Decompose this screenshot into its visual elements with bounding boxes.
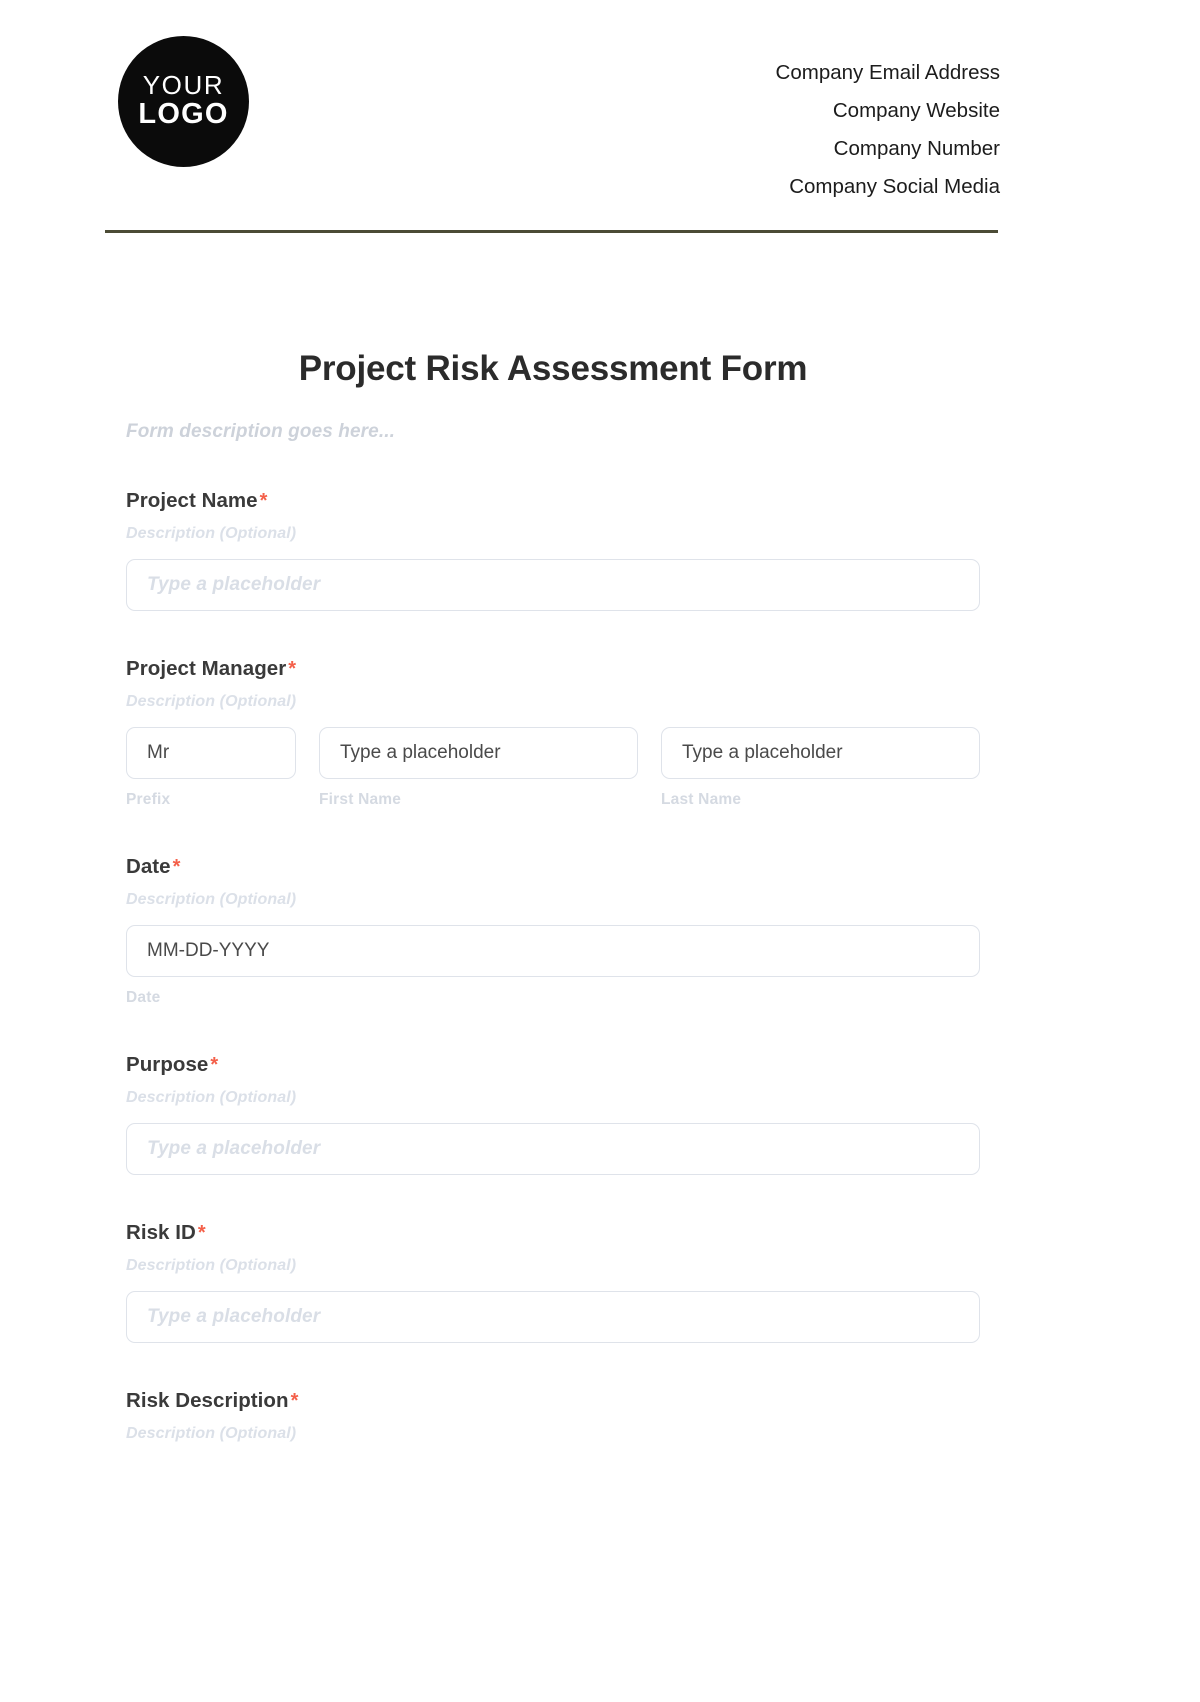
- field-date: Date * Description (Optional) MM-DD-YYYY …: [126, 855, 980, 1007]
- label-text: Date: [126, 855, 171, 878]
- required-asterisk-icon: *: [172, 856, 181, 878]
- required-asterisk-icon: *: [197, 1222, 206, 1244]
- input-placeholder-purpose: Type a placeholder: [147, 1138, 321, 1159]
- input-date[interactable]: MM-DD-YYYY: [126, 925, 980, 977]
- field-label-purpose: Purpose *: [126, 1053, 980, 1077]
- form-page: YOUR LOGO Company Email Address Company …: [0, 0, 1200, 1702]
- field-label-project-name: Project Name *: [126, 489, 980, 513]
- form-description: Form description goes here...: [126, 421, 395, 442]
- input-value-last-name: Type a placeholder: [682, 742, 843, 763]
- field-label-risk-description: Risk Description *: [126, 1389, 980, 1413]
- label-text: Project Manager: [126, 657, 287, 680]
- label-text: Project Name: [126, 489, 258, 512]
- company-social-media: Company Social Media: [789, 175, 1000, 198]
- field-risk-id: Risk ID * Description (Optional) Type a p…: [126, 1221, 980, 1343]
- input-placeholder-risk-id: Type a placeholder: [147, 1306, 321, 1327]
- field-hint-purpose: Description (Optional): [126, 1089, 297, 1106]
- company-number: Company Number: [833, 137, 1000, 160]
- input-project-name[interactable]: Type a placeholder: [126, 559, 980, 611]
- logo-text-logo: LOGO: [138, 98, 229, 131]
- company-website: Company Website: [832, 99, 1000, 122]
- field-label-project-manager: Project Manager *: [126, 657, 980, 681]
- field-project-manager: Project Manager * Description (Optional) …: [126, 657, 980, 809]
- sub-label-first-name: First Name: [319, 791, 402, 808]
- input-purpose[interactable]: Type a placeholder: [126, 1123, 980, 1175]
- input-value-prefix: Mr: [147, 742, 170, 763]
- label-text: Purpose: [126, 1053, 209, 1076]
- field-hint-risk-id: Description (Optional): [126, 1257, 297, 1274]
- required-asterisk-icon: *: [259, 490, 268, 512]
- sub-label-prefix: Prefix: [126, 791, 171, 808]
- company-logo: YOUR LOGO: [118, 36, 249, 167]
- input-first-name[interactable]: Type a placeholder: [319, 727, 638, 779]
- name-col-prefix: Mr Prefix: [126, 727, 296, 809]
- required-asterisk-icon: *: [288, 658, 297, 680]
- input-placeholder-project-name: Type a placeholder: [147, 574, 321, 595]
- field-hint-date: Description (Optional): [126, 891, 297, 908]
- input-value-date: MM-DD-YYYY: [147, 940, 270, 961]
- name-col-last-name: Type a placeholder Last Name: [661, 727, 980, 809]
- input-prefix[interactable]: Mr: [126, 727, 296, 779]
- company-email-address: Company Email Address: [775, 61, 1000, 84]
- sub-label-last-name: Last Name: [661, 791, 742, 808]
- input-value-first-name: Type a placeholder: [340, 742, 501, 763]
- field-hint-project-name: Description (Optional): [126, 525, 297, 542]
- name-fields-row: Mr Prefix Type a placeholder First Name …: [126, 727, 980, 809]
- label-text: Risk ID: [126, 1221, 196, 1244]
- sub-label-date: Date: [126, 989, 161, 1006]
- label-text: Risk Description: [126, 1389, 289, 1412]
- company-contact-info: Company Email Address Company Website Co…: [776, 54, 1000, 206]
- form-body: Project Risk Assessment Form Form descri…: [0, 349, 1200, 1443]
- field-hint-project-manager: Description (Optional): [126, 693, 297, 710]
- field-project-name: Project Name * Description (Optional) Typ…: [126, 489, 980, 611]
- header-divider: [105, 230, 998, 233]
- logo-text-your: YOUR: [142, 69, 225, 100]
- field-label-date: Date *: [126, 855, 980, 879]
- name-col-first-name: Type a placeholder First Name: [319, 727, 638, 809]
- page-title: Project Risk Assessment Form: [298, 349, 808, 388]
- page-header: YOUR LOGO Company Email Address Company …: [0, 0, 1200, 206]
- required-asterisk-icon: *: [210, 1054, 219, 1076]
- field-risk-description: Risk Description * Description (Optional): [126, 1389, 980, 1443]
- input-last-name[interactable]: Type a placeholder: [661, 727, 980, 779]
- field-hint-risk-description: Description (Optional): [126, 1425, 297, 1442]
- field-purpose: Purpose * Description (Optional) Type a p…: [126, 1053, 980, 1175]
- input-risk-id[interactable]: Type a placeholder: [126, 1291, 980, 1343]
- field-label-risk-id: Risk ID *: [126, 1221, 980, 1245]
- required-asterisk-icon: *: [290, 1390, 299, 1412]
